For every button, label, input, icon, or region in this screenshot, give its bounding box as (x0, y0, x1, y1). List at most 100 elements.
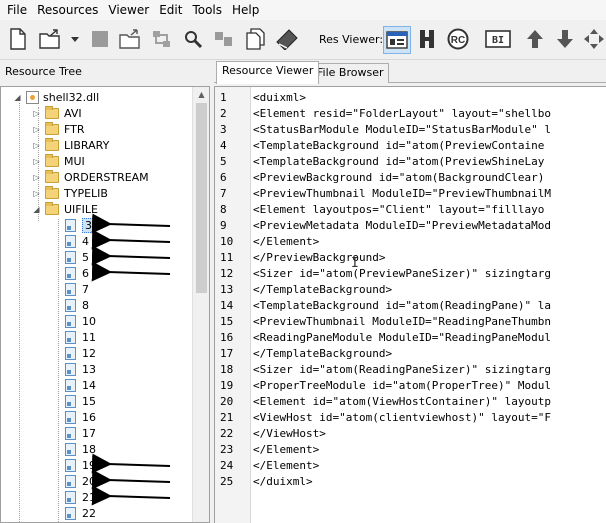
down-arrow-icon[interactable] (553, 27, 577, 51)
menu-file[interactable]: File (3, 0, 33, 20)
tree-folder-typelib[interactable]: ▷ TYPELIB (32, 185, 108, 201)
file-label: 15 (82, 394, 96, 408)
tree-file-19[interactable]: 19 (65, 457, 96, 473)
code-line: <Element layoutpos="Client" layout="fill… (253, 203, 545, 216)
open-folder-icon[interactable] (38, 27, 62, 51)
line-number: 16 (220, 331, 234, 344)
tab-file-browser[interactable]: File Browser (311, 63, 390, 83)
pages-icon[interactable] (243, 27, 267, 51)
tree-folder-library[interactable]: ▷ LIBRARY (32, 137, 109, 153)
tree-file-8[interactable]: 8 (65, 297, 89, 313)
line-number: 22 (220, 427, 234, 440)
tree-folder-orderstream[interactable]: ▷ ORDERSTREAM (32, 169, 149, 185)
collapse-icon[interactable]: ◢ (13, 93, 22, 102)
code-line: <PreviewThumbnail ModuleID="PreviewThumb… (253, 187, 552, 200)
tree-file-18[interactable]: 18 (65, 441, 96, 457)
resource-file-icon (65, 394, 76, 408)
new-file-icon[interactable] (6, 27, 30, 51)
tree-scrollbar[interactable]: ▲ (192, 87, 209, 522)
tree-file-11[interactable]: 11 (65, 329, 96, 345)
h-icon[interactable] (415, 27, 439, 51)
tree-file-3[interactable]: 3 (65, 217, 95, 233)
code-line: <TemplateBackground id="atom(PreviewShin… (253, 155, 545, 168)
menu-tools[interactable]: Tools (188, 0, 228, 20)
resource-file-icon (65, 314, 76, 328)
file-label: 20 (82, 474, 96, 488)
folder-open-icon (45, 201, 59, 215)
nav-icon[interactable] (583, 27, 605, 51)
code-line: <TemplateBackground id="atom(ReadingPane… (253, 299, 552, 312)
line-number: 8 (220, 203, 227, 216)
tree-file-20[interactable]: 20 (65, 473, 96, 489)
folder-label: TYPELIB (64, 186, 108, 200)
svg-text:BI: BI (492, 35, 504, 46)
tree-folder-avi[interactable]: ▷ AVI (32, 105, 82, 121)
tree-file-22[interactable]: 22 (65, 505, 96, 521)
tree-file-10[interactable]: 10 (65, 313, 96, 329)
tab-resource-viewer[interactable]: Resource Viewer (216, 61, 320, 84)
toolbar: Res Viewer: RC BI (0, 20, 606, 60)
code-line: <PreviewBackground id="atom(BackgroundCl… (253, 171, 545, 184)
copy-icon[interactable] (212, 27, 236, 51)
tree-file-13[interactable]: 13 (65, 361, 96, 377)
expand-icon[interactable]: ▷ (32, 109, 41, 118)
file-label: 6 (82, 266, 89, 280)
tree-file-15[interactable]: 15 (65, 393, 96, 409)
dropdown-arrow-icon[interactable] (68, 27, 82, 51)
tree-folder-uifile[interactable]: ◢ UIFILE (32, 201, 98, 217)
search-icon[interactable] (181, 27, 205, 51)
tree-file-6[interactable]: 6 (65, 265, 89, 281)
line-number: 12 (220, 267, 234, 280)
connect-icon[interactable] (150, 27, 174, 51)
tree-file-4[interactable]: 4 (65, 233, 89, 249)
text-cursor-icon: I (351, 256, 359, 271)
layout-view-icon[interactable] (383, 26, 411, 54)
tree-root-node[interactable]: ◢ shell32.dll (13, 89, 99, 105)
line-number: 7 (220, 187, 227, 200)
tree-file-5[interactable]: 5 (65, 249, 89, 265)
menu-resources[interactable]: Resources (33, 0, 104, 20)
code-line: </PreviewBackground> (253, 251, 386, 264)
up-arrow-icon[interactable] (523, 27, 547, 51)
binary-icon[interactable]: BI (484, 27, 512, 51)
tree-file-14[interactable]: 14 (65, 377, 96, 393)
save-icon[interactable] (88, 27, 112, 51)
expand-icon[interactable]: ▷ (32, 125, 41, 134)
menu-edit[interactable]: Edit (155, 0, 188, 20)
code-line: <Element resid="FolderLayout" layout="sh… (253, 107, 552, 120)
expand-icon[interactable]: ▷ (32, 141, 41, 150)
viewer-tabs: Resource Viewer File Browser (214, 61, 606, 84)
tree-file-17[interactable]: 17 (65, 425, 96, 441)
line-number: 3 (220, 123, 227, 136)
tree-file-7[interactable]: 7 (65, 281, 89, 297)
tree-folder-mui[interactable]: ▷ MUI (32, 153, 85, 169)
line-number: 6 (220, 171, 227, 184)
line-number: 25 (220, 475, 234, 488)
line-number: 20 (220, 395, 234, 408)
tree-file-16[interactable]: 16 (65, 409, 96, 425)
resource-file-icon (65, 298, 76, 312)
export-icon[interactable] (118, 27, 142, 51)
resource-file-icon (65, 378, 76, 392)
code-line: <ViewHost id="atom(clientviewhost)" layo… (253, 411, 552, 424)
rc-icon[interactable]: RC (446, 27, 470, 51)
scrollbar-thumb[interactable] (196, 103, 207, 293)
scroll-up-icon[interactable]: ▲ (193, 87, 209, 103)
line-number: 21 (220, 411, 234, 424)
expand-icon[interactable]: ▷ (32, 189, 41, 198)
menu-viewer[interactable]: Viewer (104, 0, 155, 20)
tree-file-12[interactable]: 12 (65, 345, 96, 361)
code-line: </ViewHost> (253, 427, 326, 440)
tree-file-21[interactable]: 21 (65, 489, 96, 505)
book-icon[interactable] (275, 27, 299, 51)
collapse-icon[interactable]: ◢ (32, 205, 41, 214)
file-label: 7 (82, 282, 89, 296)
menu-help[interactable]: Help (228, 0, 265, 20)
code-editor[interactable]: 1 2 3 4 5 6 7 8 9 10 11 12 13 14 15 16 17 18 19 20 21 22 23 24 2… (214, 86, 606, 523)
expand-icon[interactable]: ▷ (32, 157, 41, 166)
file-label: 10 (82, 314, 96, 328)
tree-folder-ftr[interactable]: ▷ FTR (32, 121, 85, 137)
code-line: <StatusBarModule ModuleID="StatusBarModu… (253, 123, 552, 136)
expand-icon[interactable]: ▷ (32, 173, 41, 182)
line-number: 11 (220, 251, 234, 264)
